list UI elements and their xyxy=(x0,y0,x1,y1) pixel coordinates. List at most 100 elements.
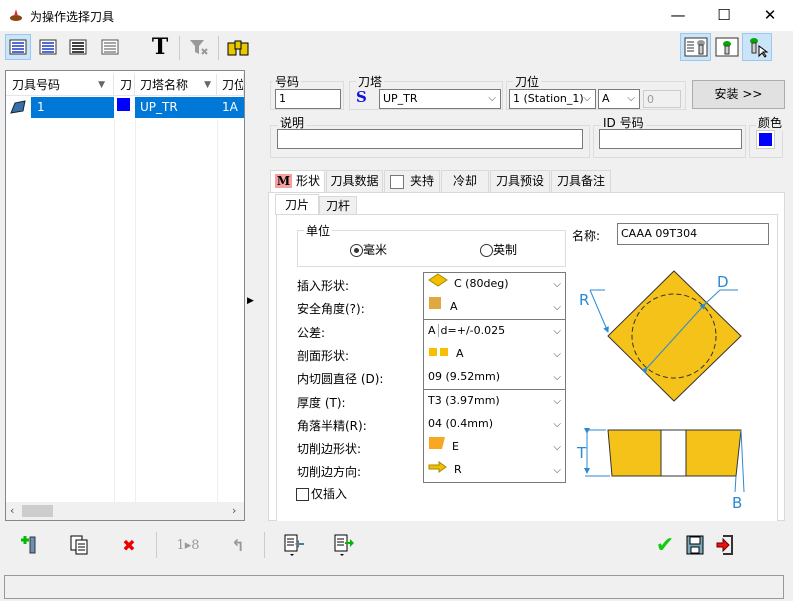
param-select[interactable]: E ⌵ xyxy=(423,436,566,460)
chevron-down-icon: ⌵ xyxy=(553,465,561,476)
tab-tool-data[interactable]: 刀具数据 xyxy=(326,170,383,192)
delete-icon: ✖ xyxy=(122,535,136,555)
tab-tool-notes[interactable]: 刀具备注 xyxy=(551,170,611,192)
compact-view-button[interactable] xyxy=(97,34,123,60)
column-header-tool[interactable]: 刀 xyxy=(114,74,135,96)
save-button[interactable] xyxy=(682,532,708,558)
radio-inch[interactable]: 英制 xyxy=(480,241,517,258)
close-button[interactable]: ✕ xyxy=(747,0,793,31)
station-sub-select[interactable]: A ⌵ xyxy=(598,89,640,109)
list-view-large-button[interactable] xyxy=(5,34,31,60)
install-button[interactable]: 安装 >> xyxy=(692,80,785,109)
insert-diagram: R D T B xyxy=(576,270,745,510)
tool-window-icon xyxy=(715,37,738,57)
section-shape-icon xyxy=(429,348,448,356)
radio-mm[interactable]: 毫米 xyxy=(350,241,387,258)
exit-button[interactable] xyxy=(712,532,738,558)
tool-pointer-icon xyxy=(750,38,769,58)
param-value: A xyxy=(450,300,458,313)
color-picker-button[interactable] xyxy=(756,130,775,149)
param-select[interactable]: 04 (0.4mm) ⌵ xyxy=(423,413,566,437)
tab-clamp[interactable]: 夹持 xyxy=(384,170,440,192)
tab-coolant[interactable]: 冷却 xyxy=(441,170,489,192)
param-value: d=+/-0.025 xyxy=(440,324,506,337)
import-button[interactable] xyxy=(281,532,307,558)
sort-down-icon: ▼ xyxy=(98,80,105,90)
station-sub-value: A xyxy=(602,92,610,105)
insert-only-checkbox[interactable]: 仅插入 xyxy=(296,485,347,502)
chevron-down-icon: ⌵ xyxy=(553,326,561,337)
description-input[interactable] xyxy=(277,129,583,149)
tab-shape[interactable]: M 形状 xyxy=(270,170,325,192)
tool-list[interactable]: 刀具号码 ▼ 刀 刀塔名称 ▼ 刀位 1 UP_TR 1A ‹ › xyxy=(5,70,245,521)
horizontal-scrollbar[interactable]: ‹ › xyxy=(6,502,244,520)
details-view-button[interactable] xyxy=(65,34,91,60)
column-header-tool-number[interactable]: 刀具号码 ▼ xyxy=(6,74,114,96)
name-input[interactable]: CAAA 09T304 xyxy=(617,223,769,245)
column-header-station[interactable]: 刀位 xyxy=(217,74,244,96)
id-input[interactable] xyxy=(599,129,742,149)
param-prefix: A xyxy=(428,324,439,337)
add-tool-icon xyxy=(21,536,36,554)
status-bar xyxy=(4,575,784,599)
column-label: 刀具号码 xyxy=(12,78,61,92)
chevron-down-icon: ⌵ xyxy=(553,419,561,430)
ok-button[interactable]: ✔ xyxy=(652,532,678,558)
text-button[interactable]: T xyxy=(147,34,173,60)
units-group xyxy=(297,230,566,267)
param-select[interactable]: R ⌵ xyxy=(423,459,566,483)
param-select[interactable]: C (80deg) ⌵ xyxy=(423,273,566,297)
param-select[interactable]: A ⌵ xyxy=(423,296,566,320)
renumber-button[interactable]: 1▸8 xyxy=(171,532,205,558)
tool-select-mode-button[interactable] xyxy=(742,33,772,61)
tab-tool-preset[interactable]: 刀具预设 xyxy=(490,170,550,192)
clear-filter-button[interactable] xyxy=(186,34,212,60)
export-button[interactable] xyxy=(331,532,357,558)
param-label: 切削边方向: xyxy=(297,465,362,479)
param-select[interactable]: Ad=+/-0.025 ⌵ xyxy=(423,320,566,344)
minimize-button[interactable]: — xyxy=(655,0,701,31)
param-select[interactable]: A ⌵ xyxy=(423,343,566,367)
undo-button[interactable]: ↰ xyxy=(225,532,251,558)
arrow-right-icon xyxy=(428,461,447,473)
number-input[interactable]: 1 xyxy=(275,89,341,109)
turret-select[interactable]: UP_TR ⌵ xyxy=(379,89,501,109)
find-button[interactable] xyxy=(225,34,251,60)
toolbar-divider xyxy=(179,36,180,60)
param-value: C (80deg) xyxy=(454,277,509,290)
scroll-right-icon[interactable]: › xyxy=(232,504,236,517)
scroll-left-icon[interactable]: ‹ xyxy=(10,504,14,517)
table-row[interactable]: 1 UP_TR 1A xyxy=(6,97,244,119)
station-select[interactable]: 1 (Station_1) ⌵ xyxy=(509,89,596,109)
name-label: 名称: xyxy=(572,229,601,243)
color-label: 颜色 xyxy=(756,114,785,131)
param-select[interactable]: T3 (3.97mm) ⌵ xyxy=(423,390,566,414)
checkmark-icon: ✔ xyxy=(655,532,675,558)
param-select[interactable]: 09 (9.52mm) ⌵ xyxy=(423,366,566,390)
binoculars-icon xyxy=(227,40,249,56)
subtab-insert[interactable]: 刀片 xyxy=(275,194,319,215)
tool-window-mode-button[interactable] xyxy=(713,33,740,61)
copy-tool-button[interactable] xyxy=(66,532,92,558)
maximize-button[interactable]: ☐ xyxy=(701,0,747,31)
subtab-holder[interactable]: 刀杆 xyxy=(319,196,357,215)
delete-tool-button[interactable]: ✖ xyxy=(116,532,142,558)
app-icon xyxy=(9,8,23,22)
expand-splitter-icon[interactable]: ▶ xyxy=(247,296,254,306)
radio-label: 英制 xyxy=(493,243,518,257)
offset-input: 0 xyxy=(643,90,681,108)
radio-label: 毫米 xyxy=(363,243,388,257)
chevron-down-icon: ⌵ xyxy=(553,442,561,453)
column-header-turret-name[interactable]: 刀塔名称 ▼ xyxy=(135,74,217,96)
list-view-icon xyxy=(9,39,27,55)
list-view-button[interactable] xyxy=(35,34,61,60)
list-icon xyxy=(39,39,57,55)
diamond-shape-icon xyxy=(428,273,448,287)
add-tool-button[interactable] xyxy=(15,532,41,558)
scroll-thumb[interactable] xyxy=(22,505,53,517)
import-icon xyxy=(284,534,304,556)
clamp-checkbox[interactable] xyxy=(389,174,404,189)
param-label: 剖面形状: xyxy=(297,349,350,363)
tool-list-mode-button[interactable] xyxy=(680,33,711,61)
turret-s-icon: S xyxy=(356,88,367,106)
